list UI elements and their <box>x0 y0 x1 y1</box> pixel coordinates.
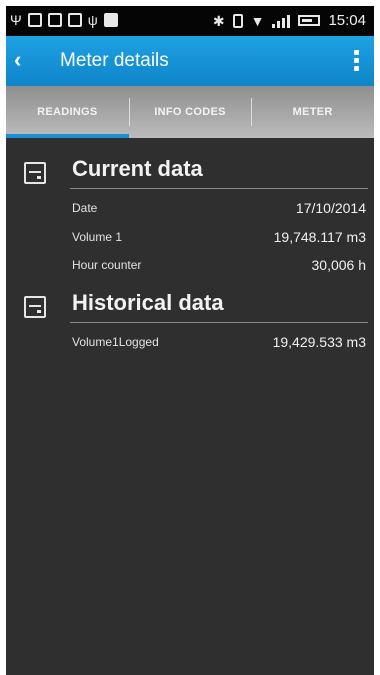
signal-icon: Ψ <box>10 12 22 28</box>
status-time: 15:04 <box>328 12 366 29</box>
tab-info-codes[interactable]: INFO CODES <box>128 86 252 138</box>
current-data-header: Current data <box>6 152 374 196</box>
wifi-icon: ▼ <box>250 12 265 29</box>
divider <box>70 322 368 323</box>
reading-row: Hour counter 30,006 h <box>72 254 366 276</box>
overflow-menu-icon[interactable] <box>354 50 360 72</box>
notification-icon <box>103 13 118 27</box>
section-title: Historical data <box>72 290 224 315</box>
reading-value: 19,429.533 m3 <box>272 334 366 350</box>
tab-meter[interactable]: METER <box>251 86 374 138</box>
tab-readings[interactable]: READINGS <box>6 86 129 138</box>
image-icon <box>67 13 82 27</box>
image-icon <box>47 13 62 27</box>
data-card-icon <box>24 162 46 184</box>
reading-row: Volume 1 19,748.117 m3 <box>72 226 366 248</box>
back-arrow-icon[interactable]: ‹ <box>14 48 36 72</box>
system-icons: ✱ ▼ 15:04 <box>213 12 366 29</box>
reading-row: Date 17/10/2014 <box>72 197 366 219</box>
reading-label: Hour counter <box>72 258 142 272</box>
reading-value: 30,006 h <box>311 257 367 273</box>
section-title: Current data <box>72 156 203 181</box>
reading-label: Volume1Logged <box>72 335 159 349</box>
action-bar: ‹ Meter details <box>6 36 374 86</box>
message-icon <box>27 13 42 27</box>
tab-bar: READINGS INFO CODES METER <box>6 86 374 138</box>
bluetooth-icon: ✱ <box>212 12 225 29</box>
data-card-icon <box>24 296 46 318</box>
reading-label: Volume 1 <box>72 230 123 244</box>
notification-area: Ψ ψ <box>10 12 118 28</box>
battery-icon <box>298 15 321 26</box>
reading-value: 17/10/2014 <box>295 200 366 216</box>
readings-panel: Current data Date 17/10/2014 Volume 1 19… <box>6 138 374 675</box>
reading-label: Date <box>72 201 98 215</box>
usb-icon: ψ <box>87 12 98 28</box>
app-screen: Ψ ψ ✱ ▼ 15:04 ‹ Meter details READINGS I… <box>6 6 374 675</box>
divider <box>70 188 368 189</box>
cell-signal-icon <box>272 14 291 28</box>
vibrate-icon <box>232 13 243 28</box>
status-bar: Ψ ψ ✱ ▼ 15:04 <box>6 6 374 36</box>
reading-row: Volume1Logged 19,429.533 m3 <box>72 331 366 353</box>
historical-data-header: Historical data <box>6 286 374 330</box>
reading-value: 19,748.117 m3 <box>273 229 366 245</box>
page-title: Meter details <box>60 50 169 71</box>
